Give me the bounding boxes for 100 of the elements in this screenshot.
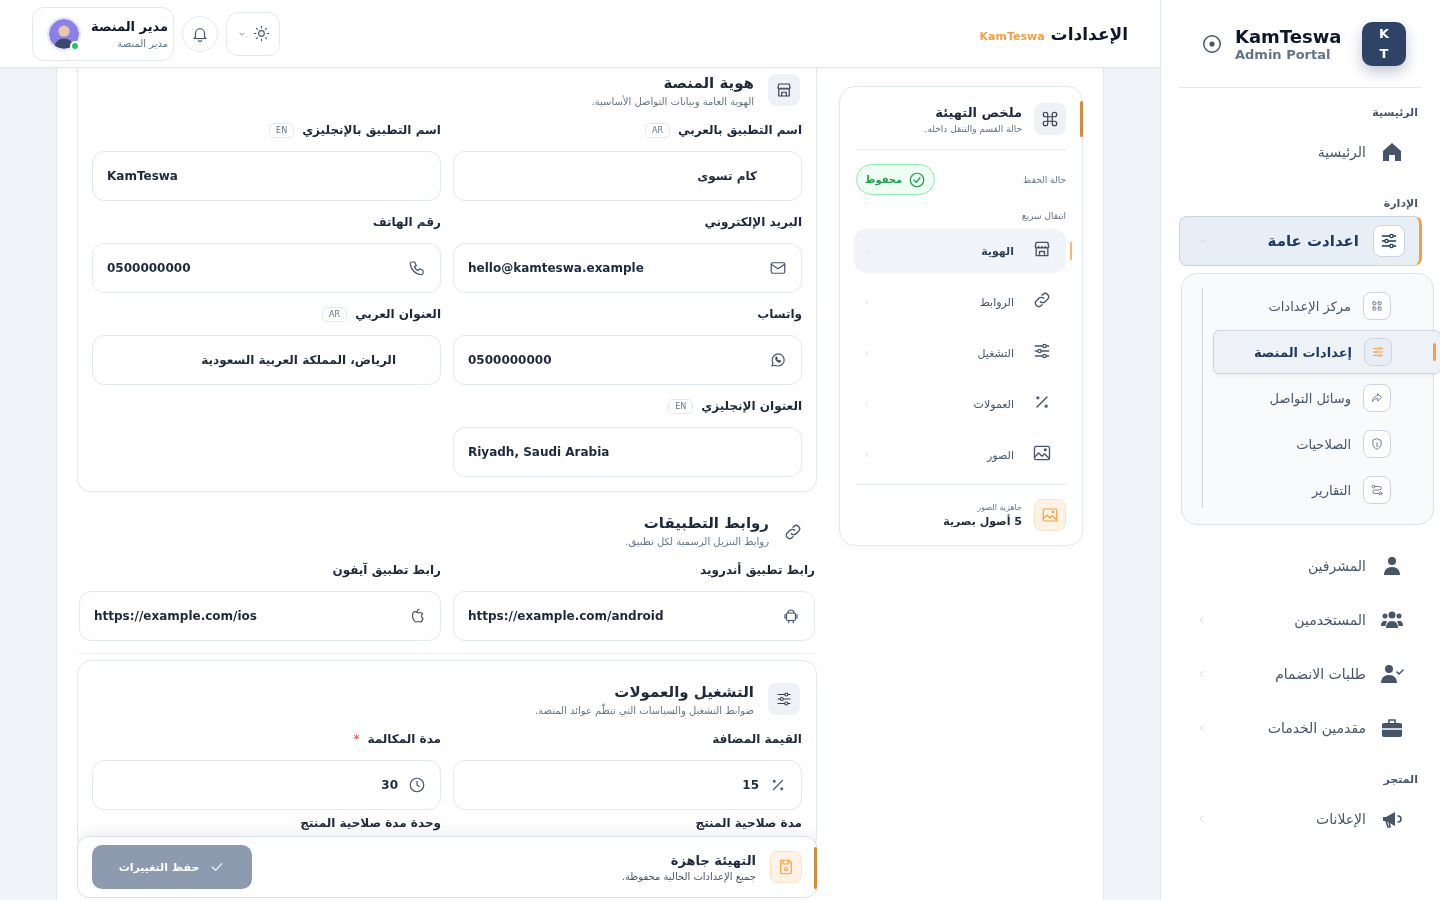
status-label: حالة الحفظ xyxy=(1023,174,1066,185)
section-title: المتجر xyxy=(1382,773,1419,786)
phone-icon xyxy=(408,259,426,277)
command-icon xyxy=(1041,110,1059,128)
section-title: هوية المنصة xyxy=(662,74,754,92)
submenu-item[interactable]: وسائل التواصل xyxy=(1213,376,1427,420)
input-field[interactable]: 30 xyxy=(92,760,441,810)
field-label: العنوان العربي xyxy=(355,307,441,321)
field-label: رقم الهاتف xyxy=(372,215,441,229)
card-title: ملخص التهيئة xyxy=(934,104,1022,120)
field-label: واتساب xyxy=(757,307,802,321)
footer-value: 5 أصول بصرية xyxy=(943,514,1022,528)
status-badge: محفوظ xyxy=(856,164,936,195)
logo-letter: K xyxy=(1378,24,1390,43)
robot-icon xyxy=(782,607,800,625)
route-icon xyxy=(1370,483,1384,497)
house-icon xyxy=(1380,140,1404,164)
language-tag: EN xyxy=(269,122,295,138)
user-role: مدير المنصة xyxy=(116,37,169,49)
link-icon xyxy=(783,522,803,542)
storefront-icon xyxy=(1032,239,1052,259)
section-title: الرئيسية xyxy=(1371,106,1419,119)
briefcase-icon xyxy=(1380,716,1404,740)
field-label: مدة صلاحية المنتج xyxy=(695,816,802,830)
section-label: انتقال سريع xyxy=(1020,211,1066,221)
nav-item[interactable]: اعدادت عامة xyxy=(1179,216,1422,266)
footer-label: جاهزية الصور xyxy=(976,502,1022,512)
storefront-icon xyxy=(775,81,793,99)
input-field[interactable]: https://example.com/android xyxy=(453,591,815,641)
brand-name: KamTeswa xyxy=(979,29,1045,43)
link-icon xyxy=(1032,290,1052,310)
field-label: اسم التطبيق بالإنجليزي xyxy=(302,123,441,137)
section-title: روابط التطبيقات xyxy=(642,514,769,532)
input-field[interactable]: https://example.com/ios xyxy=(79,591,441,641)
quick-nav-item[interactable]: التشغيل xyxy=(854,331,1066,375)
envelope-icon xyxy=(769,259,787,277)
image-icon xyxy=(1032,443,1052,463)
nav-item[interactable]: طلبات الانضمام xyxy=(1179,647,1422,701)
quick-nav-item[interactable]: الروابط xyxy=(854,280,1066,324)
language-tag: EN xyxy=(668,398,694,414)
nav-item[interactable]: الإعلانات xyxy=(1179,792,1422,846)
accent-bar xyxy=(814,847,817,889)
field-label: البريد الإلكتروني xyxy=(704,215,802,229)
clock-icon xyxy=(408,776,426,794)
language-tag: AR xyxy=(322,306,348,322)
input-field[interactable]: الرياض، المملكة العربية السعودية xyxy=(92,335,441,385)
field-label: العنوان الإنجليزي xyxy=(701,399,802,413)
nav-item[interactable]: مقدمين الخدمات xyxy=(1179,701,1422,755)
section-subtitle: الهوية العامة وبيانات التواصل الأساسية. xyxy=(591,95,754,109)
section-title: التشغيل والعمولات xyxy=(613,683,754,701)
input-field[interactable]: KamTeswa xyxy=(92,151,441,201)
nav-item[interactable]: المشرفين xyxy=(1179,539,1422,593)
section-subtitle: روابط التنزيل الرسمية لكل تطبيق. xyxy=(625,535,769,549)
save-status-subtitle: جميع الإعدادات الحالية محفوظة. xyxy=(620,870,756,882)
share-icon xyxy=(1370,391,1384,405)
section-subtitle: ضوابط التشغيل والسياسات التي تنظّم عوائد المنصة. xyxy=(534,704,754,718)
save-status-title: التهيئة جاهزة xyxy=(669,852,756,868)
field-label: رابط تطبيق آيفون xyxy=(332,563,441,577)
person-check-icon xyxy=(1380,662,1404,686)
submenu-item[interactable]: إعدادات المنصة xyxy=(1213,330,1440,374)
input-field[interactable]: hello@kamteswa.example xyxy=(453,243,802,293)
shield-icon xyxy=(1370,437,1384,451)
card-subtitle: حالة القسم والتنقل داخله. xyxy=(924,123,1022,134)
field-label: مدة المكالمة xyxy=(367,732,441,746)
brand-name: KamTeswa xyxy=(1235,25,1343,47)
quick-nav-item[interactable]: الهوية xyxy=(854,229,1066,273)
collapse-button[interactable] xyxy=(1201,32,1223,55)
sliders-icon xyxy=(1032,341,1052,361)
submenu-item[interactable]: الصلاحيات xyxy=(1213,422,1427,466)
submenu-item[interactable]: مركز الإعدادات xyxy=(1213,284,1427,328)
language-tag: AR xyxy=(645,122,671,138)
grid-icon xyxy=(1370,299,1384,313)
field-label: اسم التطبيق بالعربي xyxy=(678,123,802,137)
input-field[interactable]: 0500000000 xyxy=(453,335,802,385)
quick-nav-item[interactable]: الصور xyxy=(854,433,1066,477)
sun-icon xyxy=(252,25,270,42)
field-label: القيمة المضافة xyxy=(712,732,802,746)
quick-nav-item[interactable]: العمولات xyxy=(854,382,1066,426)
input-field[interactable]: كام تسوى xyxy=(453,151,802,201)
section-title: الإدارة xyxy=(1382,197,1419,210)
active-indicator xyxy=(1070,242,1072,260)
nav-item[interactable]: الرئيسية xyxy=(1179,125,1422,179)
user-menu[interactable]: مدير المنصة مدير المنصة xyxy=(32,6,175,61)
user-name: مدير المنصة xyxy=(91,18,169,34)
image-icon xyxy=(1041,506,1059,524)
submenu-item[interactable]: التقارير xyxy=(1213,468,1427,512)
field-label: وحدة مدة صلاحية المنتج xyxy=(300,816,441,830)
chat-bubble-icon xyxy=(769,351,787,369)
sliders-icon xyxy=(1371,345,1385,359)
circle-dot-icon xyxy=(1201,32,1223,55)
logo-letter: T xyxy=(1379,44,1389,63)
input-field[interactable]: 0500000000 xyxy=(92,243,441,293)
nav-item[interactable]: المستخدمين xyxy=(1179,593,1422,647)
required-mark: * xyxy=(353,732,360,746)
input-field[interactable]: Riyadh, Saudi Arabia xyxy=(453,427,802,477)
page-title: الإعدادات xyxy=(1050,23,1128,44)
input-field[interactable]: 15 xyxy=(453,760,802,810)
avatar xyxy=(47,16,81,51)
check-circle-icon xyxy=(908,170,927,189)
sliders-icon xyxy=(1379,231,1399,251)
